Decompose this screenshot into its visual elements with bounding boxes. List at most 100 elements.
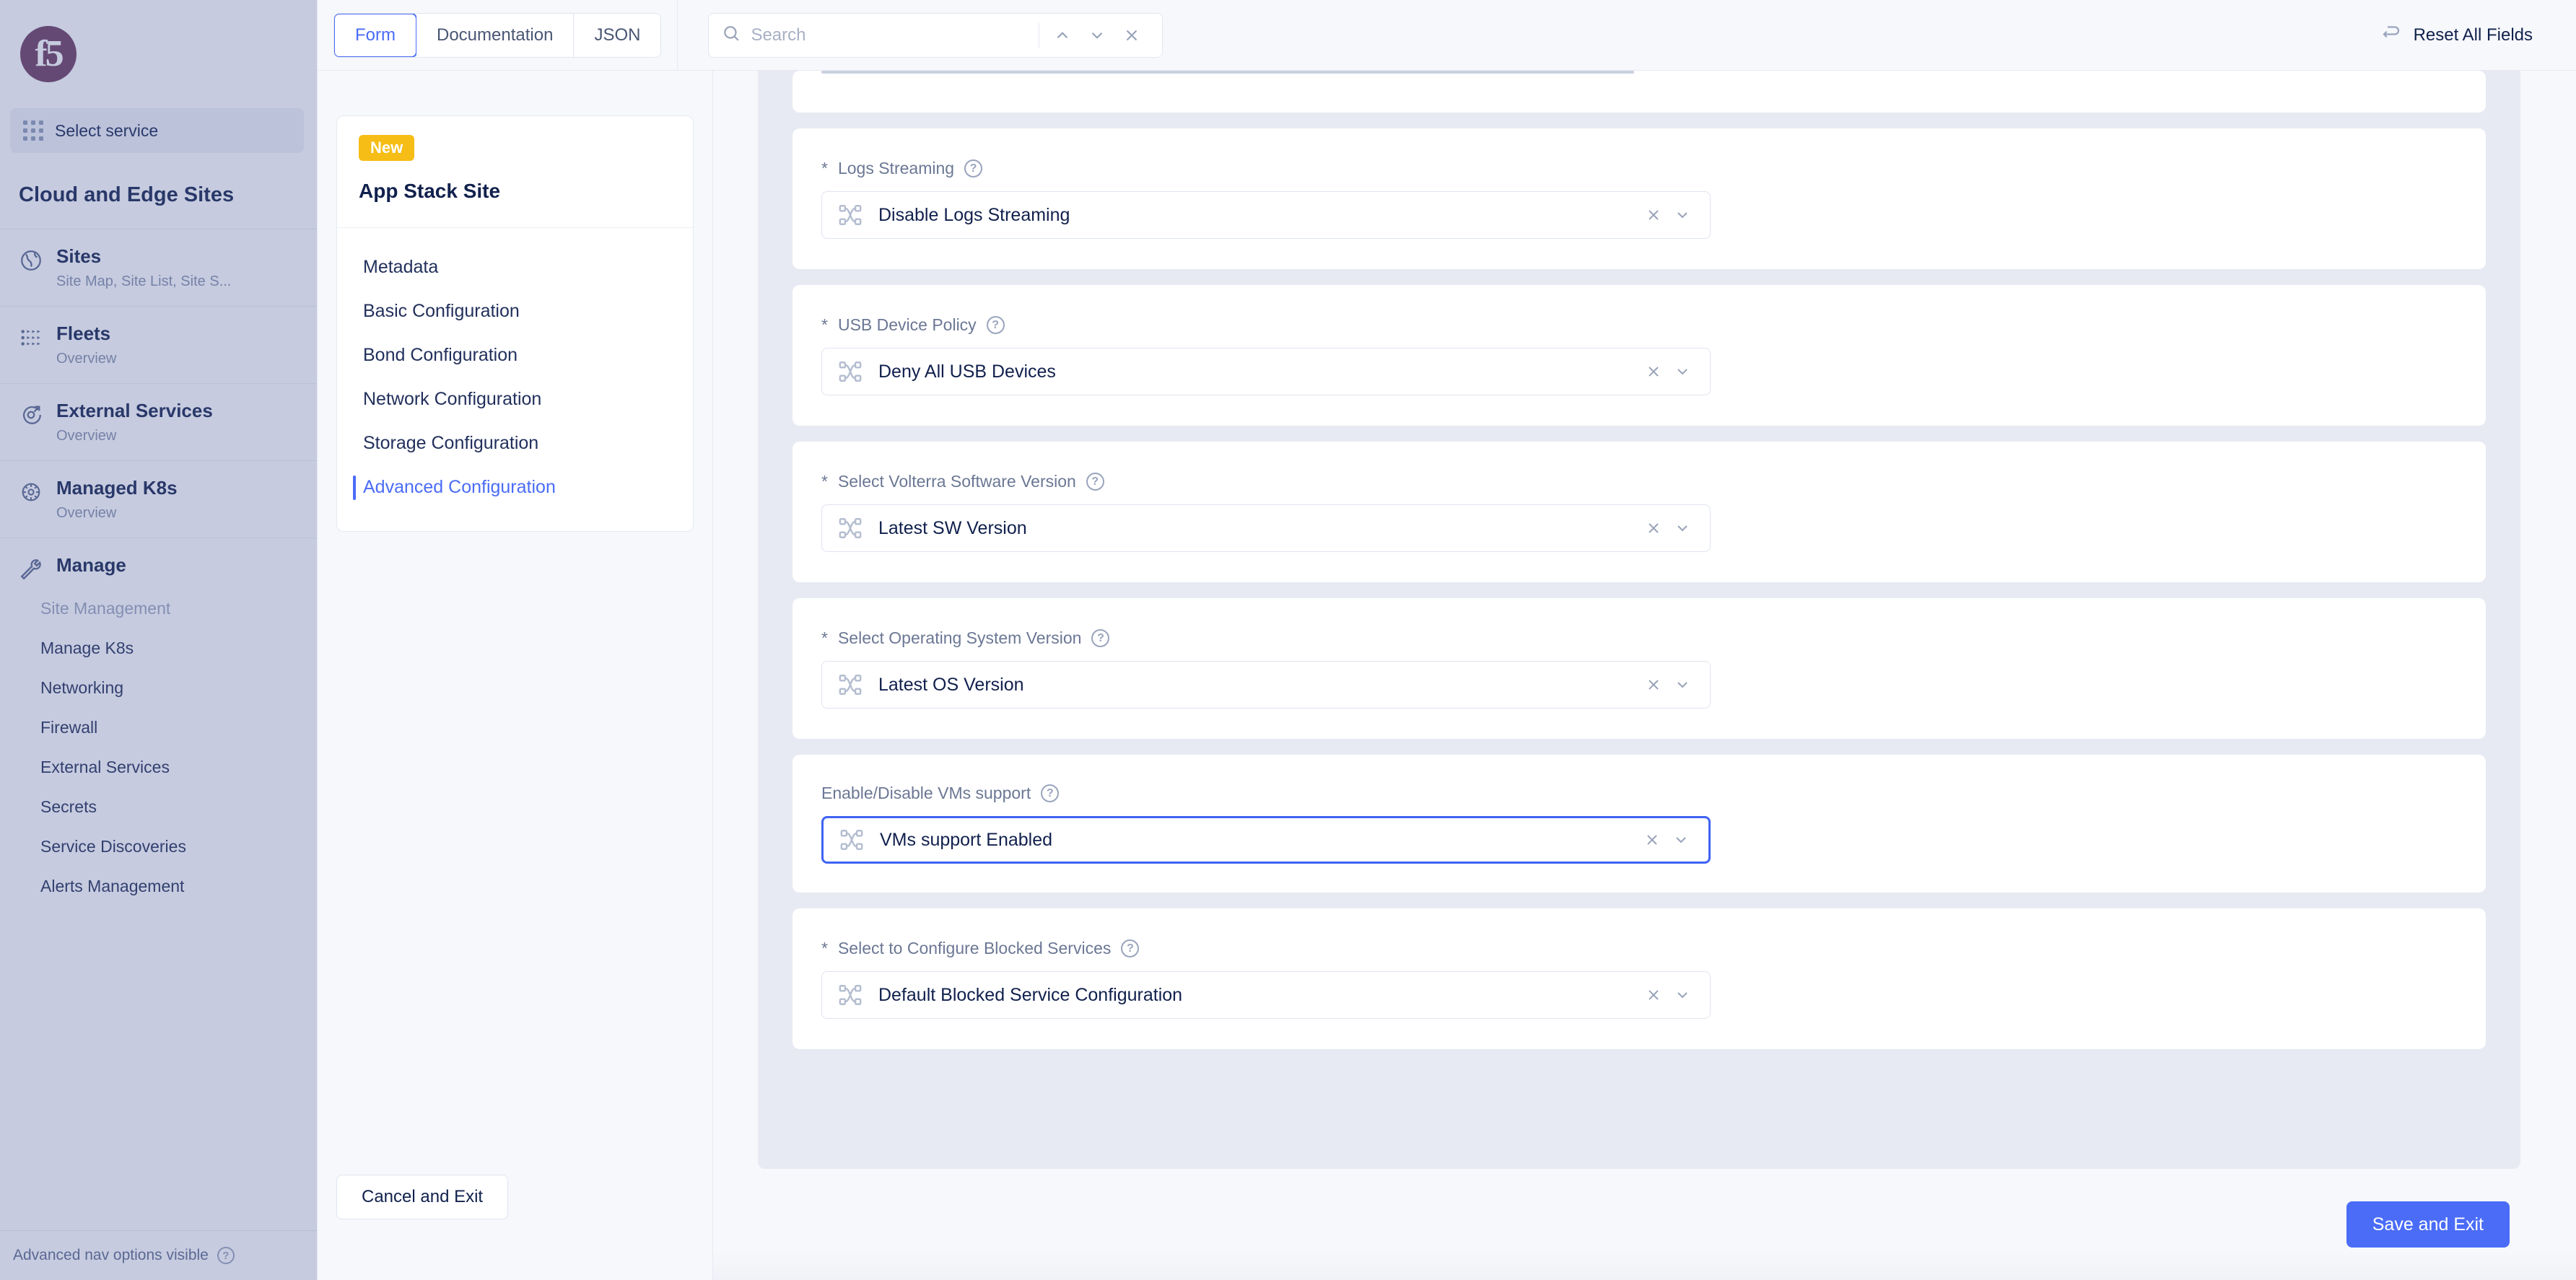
help-circle-icon[interactable]: ? [1091,629,1110,647]
search-input[interactable] [751,25,1034,45]
f5-logo[interactable]: f5 [0,0,317,108]
tab-json[interactable]: JSON [574,13,661,57]
sidebar-subitem-manage-k8s[interactable]: Manage K8s [0,628,317,668]
top-toolbar: Form Documentation JSON Search Reset All… [318,0,2576,71]
chevron-down-icon[interactable] [1668,520,1697,537]
sidebar-item-sites[interactable]: Sites Site Map, Site List, Site S... [0,229,317,307]
sidebar-item-manage[interactable]: Manage [0,538,317,586]
form-nav-item-storage-configuration[interactable]: Storage Configuration [337,421,693,465]
sidebar-item-fleets[interactable]: Fleets Overview [0,307,317,384]
chevron-down-icon[interactable] [1668,676,1697,693]
sidebar-subitem-secrets[interactable]: Secrets [0,787,317,827]
sidebar-subitem-firewall[interactable]: Firewall [0,708,317,748]
f5-logo-mark: f5 [20,26,77,82]
form-nav-list: Metadata Basic Configuration Bond Config… [337,228,693,531]
close-icon[interactable] [1639,676,1668,693]
sidebar-item-sub: Overview [56,428,117,444]
chevron-down-icon[interactable] [1668,363,1697,380]
cancel-and-exit-wrap: Cancel and Exit [336,1175,509,1219]
field-label: Select to Configure Blocked Services [837,939,1112,957]
sidebar-subitem-site-management[interactable]: Site Management [0,589,317,628]
chevron-up-icon[interactable] [1045,18,1080,53]
close-icon[interactable] [1638,831,1667,849]
operating-system-version-select[interactable]: Latest OS Version [821,661,1711,709]
kubernetes-icon [19,480,43,504]
volterra-software-version-select[interactable]: Latest SW Version [821,504,1711,552]
field-label: USB Device Policy [837,315,977,334]
shuffle-nodes-icon [838,672,863,697]
vms-support-select[interactable]: VMs support Enabled [821,816,1711,864]
field-label-row: * Select Volterra Software Version ? [821,472,2457,491]
field-card-usb-device-policy: * USB Device Policy ? Deny All USB Devic… [793,285,2486,426]
close-icon[interactable] [1639,520,1668,537]
form-nav-item-network-configuration[interactable]: Network Configuration [337,377,693,421]
help-circle-icon[interactable]: ? [1086,473,1104,491]
form-section-nav: New App Stack Site Metadata Basic Config… [318,71,713,1280]
sidebar-item-sub: Overview [56,351,117,367]
grid-apps-icon [23,120,43,141]
field-label-row: Enable/Disable VMs support ? [821,784,2457,803]
field-label: Select Volterra Software Version [837,472,1076,491]
help-circle-icon[interactable]: ? [217,1247,235,1264]
form-nav-item-bond-configuration[interactable]: Bond Configuration [337,333,693,377]
logs-streaming-select[interactable]: Disable Logs Streaming [821,191,1711,239]
help-circle-icon[interactable]: ? [986,316,1005,334]
fields-column: * Logs Streaming ? Disable Logs Streamin… [713,71,2576,1280]
sidebar-item-sub: Site Map, Site List, Site S... [56,273,232,289]
sidebar-subitem-external-services[interactable]: External Services [0,748,317,787]
help-circle-icon[interactable]: ? [964,159,983,177]
form-title: App Stack Site [359,180,501,202]
chevron-down-icon[interactable] [1668,206,1697,224]
usb-device-policy-select[interactable]: Deny All USB Devices [821,348,1711,395]
sidebar-subitem-alerts-management[interactable]: Alerts Management [0,867,317,906]
sidebar-subitem-networking[interactable]: Networking [0,668,317,708]
operating-system-version-value: Latest OS Version [878,674,1024,695]
save-and-exit-button[interactable]: Save and Exit [2346,1201,2510,1248]
blocked-services-select[interactable]: Default Blocked Service Configuration [821,971,1711,1019]
chevron-down-icon[interactable] [1080,18,1114,53]
globe-icon [19,248,43,273]
field-card-operating-system-version: * Select Operating System Version ? Late… [793,598,2486,739]
reset-all-fields-button[interactable]: Reset All Fields [2380,22,2533,48]
tab-form[interactable]: Form [334,13,417,57]
form-nav-item-advanced-configuration[interactable]: Advanced Configuration [337,465,693,509]
field-card-volterra-software-version: * Select Volterra Software Version ? Lat… [793,442,2486,582]
app-root: f5 Select service Cloud and Edge Sites S… [0,0,2576,1280]
left-sidebar: f5 Select service Cloud and Edge Sites S… [0,0,318,1280]
shuffle-nodes-icon [838,359,863,384]
close-icon[interactable] [1639,986,1668,1004]
fields-scroll-area[interactable]: * Logs Streaming ? Disable Logs Streamin… [758,71,2520,1169]
sidebar-subitem-service-discoveries[interactable]: Service Discoveries [0,827,317,867]
fields-list: * Logs Streaming ? Disable Logs Streamin… [758,71,2520,1092]
chevron-down-icon[interactable] [1667,831,1695,849]
service-selector[interactable]: Select service [10,108,304,153]
advanced-nav-options-label: Advanced nav options visible [13,1247,209,1263]
form-nav-header: New App Stack Site [337,116,693,228]
shuffle-nodes-icon [839,828,864,852]
view-mode-tabs: Form Documentation JSON [333,12,662,58]
cancel-and-exit-button[interactable]: Cancel and Exit [336,1175,509,1219]
close-icon[interactable] [1114,18,1149,53]
shuffle-nodes-icon [838,203,863,227]
close-icon[interactable] [1639,363,1668,380]
form-nav-item-basic-configuration[interactable]: Basic Configuration [337,289,693,333]
field-label: Enable/Disable VMs support [821,784,1031,802]
sidebar-item-external-services[interactable]: External Services Overview [0,384,317,461]
field-label: Select Operating System Version [837,628,1082,647]
tab-documentation[interactable]: Documentation [416,13,575,57]
service-selector-label: Select service [55,120,159,140]
required-asterisk: * [821,315,828,334]
blocked-services-value: Default Blocked Service Configuration [878,984,1183,1005]
toolbar-divider [677,0,678,71]
help-circle-icon[interactable]: ? [1041,784,1060,802]
form-nav-item-metadata[interactable]: Metadata [337,245,693,289]
search-box[interactable] [708,12,1163,58]
close-icon[interactable] [1639,206,1668,224]
chevron-down-icon[interactable] [1668,986,1697,1004]
sidebar-item-managed-k8s[interactable]: Managed K8s Overview [0,461,317,538]
required-asterisk: * [821,472,828,491]
partial-card-above [793,71,2486,113]
field-label-row: * Select Operating System Version ? [821,628,2457,648]
help-circle-icon[interactable]: ? [1121,939,1140,957]
field-label: Logs Streaming [837,159,955,177]
